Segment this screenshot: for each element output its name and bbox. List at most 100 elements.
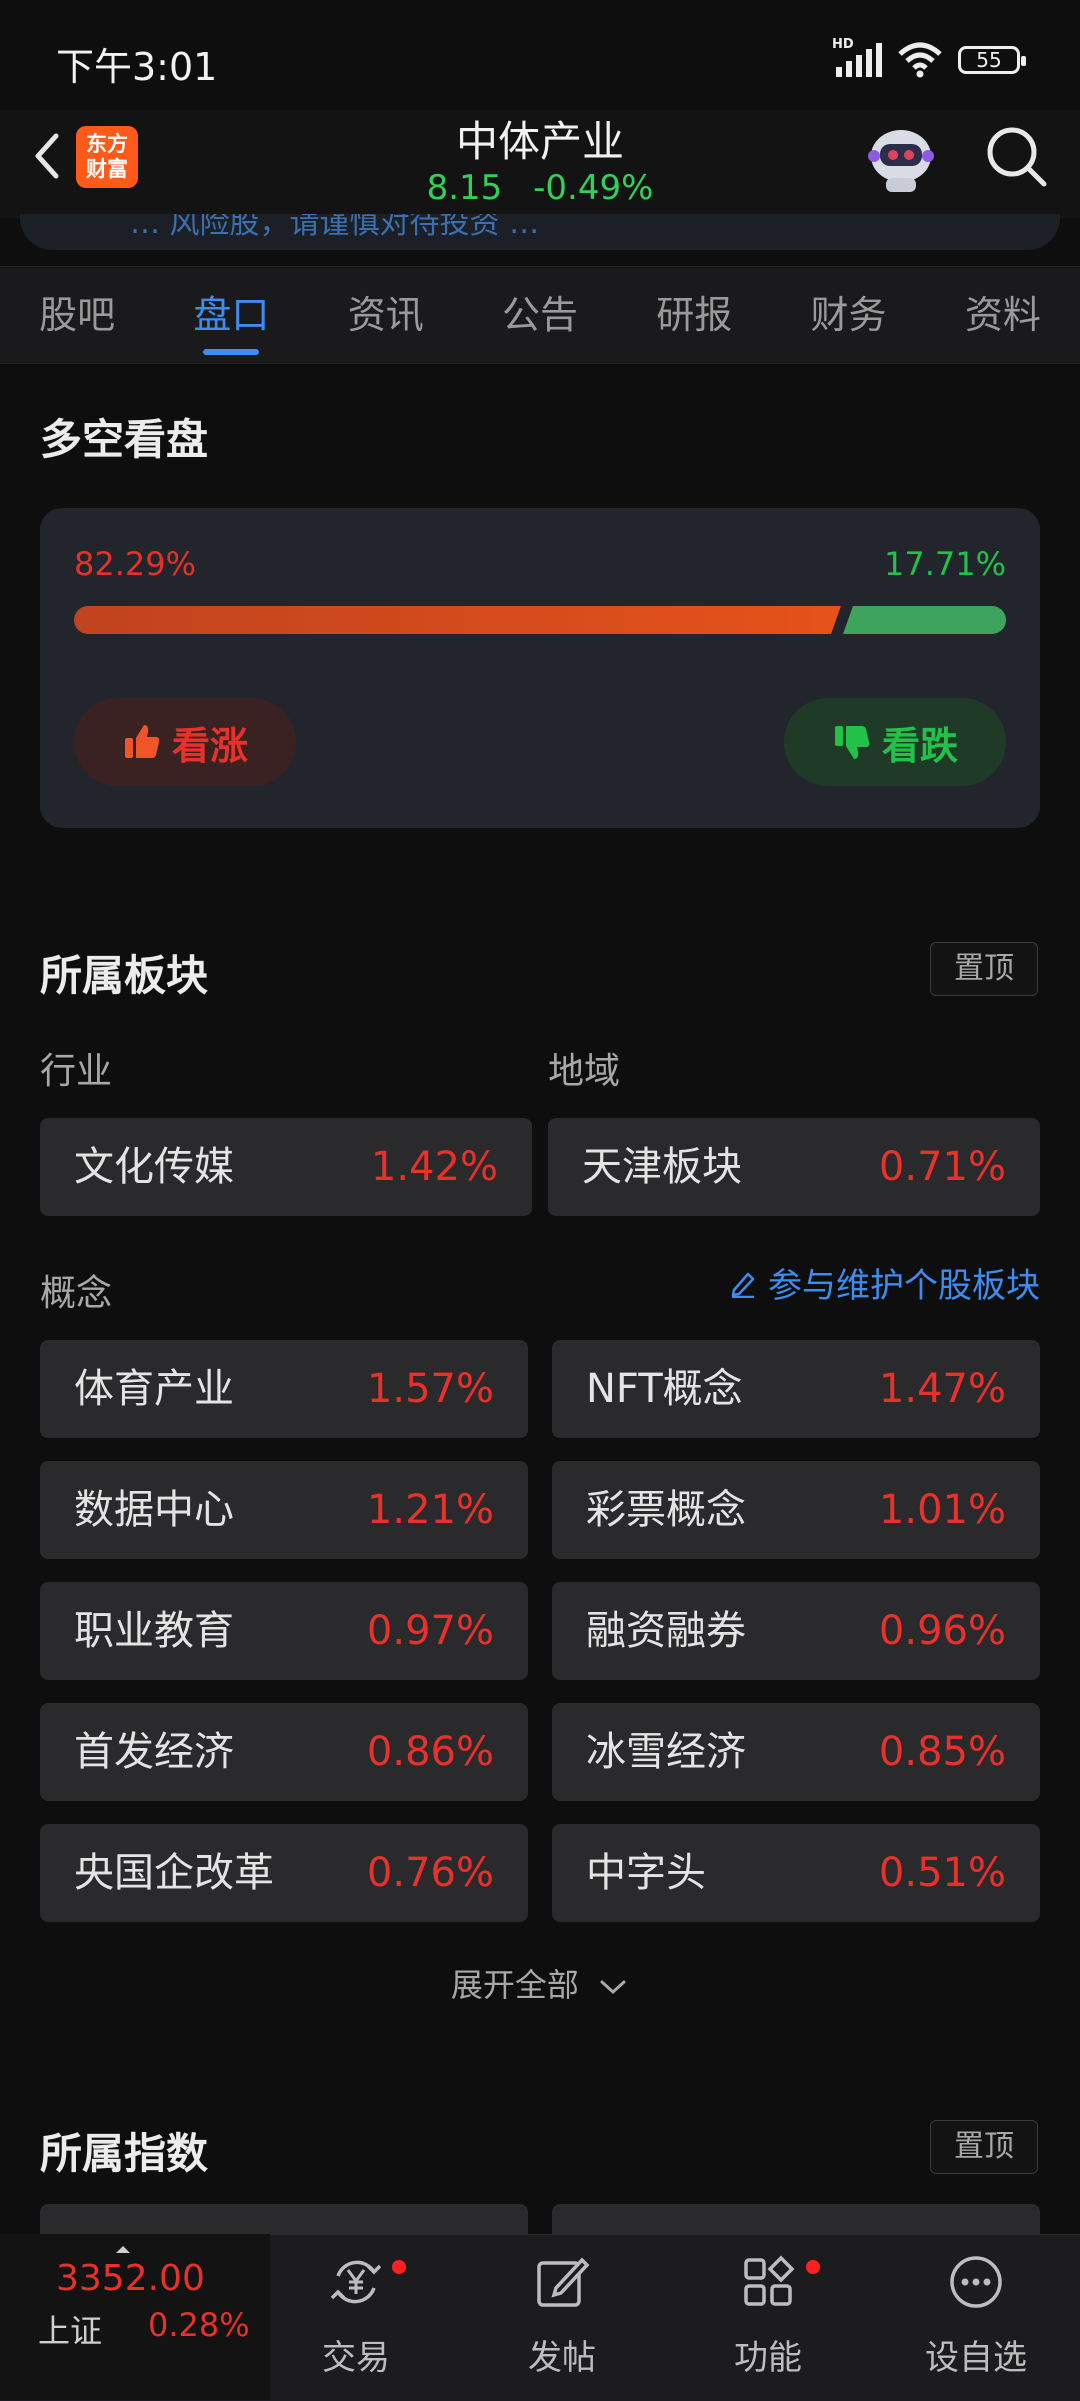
indices-title: 所属指数 <box>40 2129 209 2178</box>
stock-name: 中体产业 <box>455 117 624 166</box>
wifi-icon <box>898 42 942 78</box>
bullish-label: 看涨 <box>171 723 248 768</box>
concept-chip[interactable]: 体育产业 1.57% <box>40 1340 528 1438</box>
compose-icon <box>537 2257 590 2307</box>
bear-bar-segment <box>843 606 1006 634</box>
concept-name: NFT概念 <box>586 1366 743 1412</box>
concept-change: 0.97% <box>366 1608 494 1654</box>
sector-name: 天津板块 <box>582 1144 742 1190</box>
industry-label: 行业 <box>40 1051 113 1092</box>
expand-all-label: 展开全部 <box>450 1966 579 2004</box>
network-badge: HD <box>832 37 854 52</box>
thumbs-up-icon <box>124 725 160 758</box>
sentiment-title: 多空看盘 <box>40 415 209 464</box>
bullish-vote-button[interactable]: 看涨 <box>74 698 296 786</box>
concept-change: 1.57% <box>366 1366 494 1412</box>
concept-name: 融资融券 <box>586 1608 746 1654</box>
concept-chip[interactable]: 中字头 0.51% <box>552 1824 1040 1922</box>
nav-label: 功能 <box>734 2338 802 2378</box>
notification-dot <box>806 2260 820 2274</box>
tab-bar: 股吧 盘口 资讯 公告 研报 财务 资料 <box>0 266 1080 364</box>
maintain-sectors-link[interactable]: 参与维护个股板块 <box>728 1258 1040 1307</box>
concept-change: 0.76% <box>366 1850 494 1896</box>
logo-text-line2: 财富 <box>86 157 128 181</box>
concept-chip[interactable]: 首发经济 0.86% <box>40 1703 528 1801</box>
index-value: 3352.00 <box>56 2258 205 2299</box>
thumbs-down-icon <box>834 726 870 759</box>
bearish-label: 看跌 <box>881 723 958 768</box>
search-icon[interactable] <box>984 124 1050 190</box>
concept-change: 0.96% <box>878 1608 1006 1654</box>
nav-functions[interactable]: 功能 <box>668 2234 868 2400</box>
concept-change: 1.01% <box>878 1487 1006 1533</box>
concept-name: 央国企改革 <box>74 1850 274 1896</box>
bull-bar-segment <box>74 606 841 634</box>
concept-change: 1.21% <box>366 1487 494 1533</box>
tab-announcements[interactable]: 公告 <box>463 267 617 363</box>
banner-text: … 风险股，请谨慎对待投资 … <box>130 214 540 241</box>
nav-label: 交易 <box>322 2338 390 2378</box>
caret-up-icon <box>116 2246 130 2253</box>
sector-change: 0.71% <box>878 1144 1006 1190</box>
concept-name: 职业教育 <box>74 1608 234 1654</box>
grid-apps-icon <box>744 2255 795 2306</box>
concept-name: 体育产业 <box>74 1366 234 1412</box>
concept-name: 冰雪经济 <box>586 1729 746 1775</box>
bull-percentage: 82.29% <box>74 545 197 583</box>
chevron-down-icon <box>600 1980 626 1995</box>
nav-add-watchlist[interactable]: 设自选 <box>876 2234 1076 2400</box>
concept-chip[interactable]: 职业教育 0.97% <box>40 1582 528 1680</box>
trade-yen-icon <box>330 2260 382 2304</box>
tab-news[interactable]: 资讯 <box>309 267 463 363</box>
sectors-title: 所属板块 <box>40 951 209 1000</box>
stock-price: 8.15 <box>426 168 503 208</box>
concept-chip[interactable]: 央国企改革 0.76% <box>40 1824 528 1922</box>
robot-assistant-icon[interactable] <box>862 122 940 196</box>
stock-quote: 8.15 -0.49% <box>340 168 740 208</box>
concept-change: 0.51% <box>878 1850 1006 1896</box>
battery-icon: 55 <box>958 46 1026 74</box>
announcement-banner[interactable]: … 风险股，请谨慎对待投资 … <box>20 214 1060 250</box>
concept-chip[interactable]: 融资融券 0.96% <box>552 1582 1040 1680</box>
notification-dot <box>392 2260 406 2274</box>
tab-research[interactable]: 研报 <box>617 267 771 363</box>
logo-text-line1: 东方 <box>86 132 128 156</box>
concept-change: 0.86% <box>366 1729 494 1775</box>
nav-trade[interactable]: 交易 <box>256 2234 456 2400</box>
tab-guba[interactable]: 股吧 <box>0 267 154 363</box>
region-label: 地域 <box>548 1051 621 1092</box>
nav-compose[interactable]: 发帖 <box>462 2234 662 2400</box>
indices-pin-button[interactable]: 置顶 <box>930 2120 1038 2174</box>
stock-change: -0.49% <box>533 168 654 208</box>
industry-sector-chip[interactable]: 文化传媒 1.42% <box>40 1118 532 1216</box>
bearish-vote-button[interactable]: 看跌 <box>784 698 1006 786</box>
concept-name: 彩票概念 <box>586 1487 746 1533</box>
edit-pencil-icon <box>731 1272 755 1298</box>
more-dots-icon <box>950 2256 1002 2308</box>
status-time: 下午3:01 <box>56 45 218 89</box>
concept-chip[interactable]: 数据中心 1.21% <box>40 1461 528 1559</box>
bull-bear-ratio-bar <box>74 606 1006 634</box>
tab-pankou[interactable]: 盘口 <box>154 267 308 363</box>
region-sector-chip[interactable]: 天津板块 0.71% <box>548 1118 1040 1216</box>
concept-chip[interactable]: NFT概念 1.47% <box>552 1340 1040 1438</box>
maintain-link-text: 参与维护个股板块 <box>768 1266 1040 1306</box>
concept-chip[interactable]: 冰雪经济 0.85% <box>552 1703 1040 1801</box>
cellular-signal-icon: HD <box>832 37 882 77</box>
concept-change: 0.85% <box>878 1729 1006 1775</box>
sectors-pin-button[interactable]: 置顶 <box>930 942 1038 996</box>
back-arrow-icon[interactable] <box>22 126 72 186</box>
concept-chip[interactable]: 彩票概念 1.01% <box>552 1461 1040 1559</box>
tab-profile[interactable]: 资料 <box>926 267 1080 363</box>
app-logo[interactable]: 东方 财富 <box>76 126 138 188</box>
tab-finance[interactable]: 财务 <box>771 267 925 363</box>
sector-change: 1.42% <box>370 1144 498 1190</box>
nav-label: 发帖 <box>528 2338 596 2378</box>
concept-change: 1.47% <box>878 1366 1006 1412</box>
sector-name: 文化传媒 <box>74 1144 234 1190</box>
status-icons: HD 55 <box>832 37 1026 80</box>
concept-label: 概念 <box>40 1273 113 1314</box>
expand-all-button[interactable]: 展开全部 <box>0 1960 1080 2006</box>
bear-percentage: 17.71% <box>883 545 1006 583</box>
battery-level: 55 <box>976 48 1002 72</box>
